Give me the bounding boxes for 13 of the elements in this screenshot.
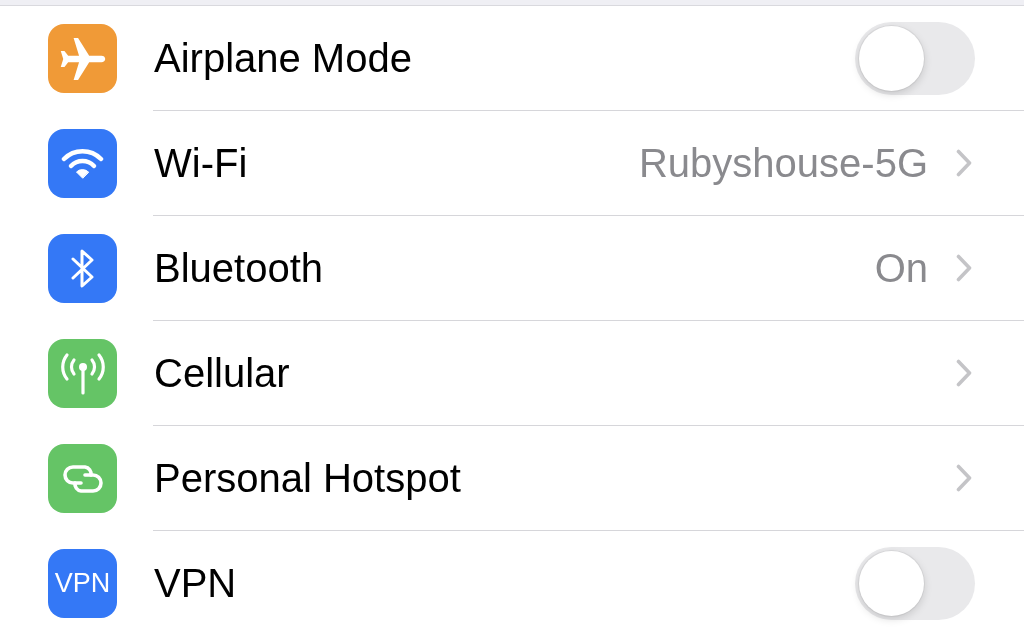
setting-label: VPN xyxy=(154,561,237,606)
setting-label: Cellular xyxy=(154,350,290,396)
setting-label: Bluetooth xyxy=(154,245,324,291)
setting-value: Rubyshouse-5G xyxy=(638,140,928,186)
vpn-icon: VPN xyxy=(48,549,117,618)
setting-label: Wi-Fi xyxy=(154,140,248,186)
setting-label: Airplane Mode xyxy=(154,35,412,81)
chevron-right-icon xyxy=(956,254,972,282)
chevron-right-icon xyxy=(956,359,972,387)
setting-label: Personal Hotspot xyxy=(154,455,461,501)
setting-value: On xyxy=(874,245,928,291)
chevron-right-icon xyxy=(956,464,972,492)
chevron-right-icon xyxy=(956,149,972,177)
